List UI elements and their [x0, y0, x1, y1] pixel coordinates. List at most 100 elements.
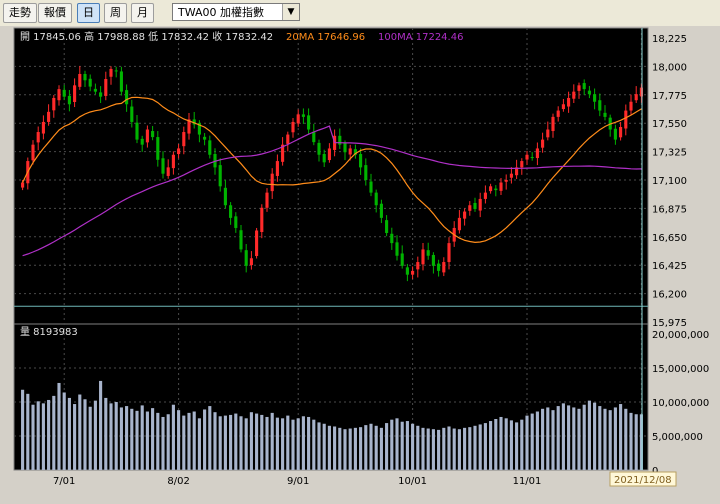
candle-body	[104, 79, 108, 96]
candle-body	[296, 114, 300, 124]
ma20-label: 20MA 17646.96	[286, 32, 365, 43]
volume-bar	[494, 419, 498, 470]
volume-bar	[348, 428, 352, 470]
tab-daily[interactable]: 日	[77, 3, 100, 23]
candle-body	[369, 181, 373, 193]
candle-body	[489, 186, 493, 192]
candle-body	[47, 111, 51, 122]
candle-body	[494, 188, 498, 191]
volume-bar	[478, 424, 482, 470]
volume-bar	[47, 399, 51, 470]
volume-bar	[613, 407, 617, 470]
candle-body	[291, 121, 295, 133]
volume-bar	[416, 425, 420, 470]
candle-body	[208, 140, 212, 155]
candle-body	[483, 192, 487, 199]
volume-bar	[255, 413, 259, 470]
candle-body	[634, 94, 638, 101]
volume-bar	[244, 418, 248, 470]
volume-bar	[67, 397, 71, 470]
candle-body	[546, 129, 550, 138]
volume-bar	[62, 392, 66, 470]
candle-body	[385, 220, 389, 234]
volume-bar	[442, 427, 446, 470]
volume-bar	[369, 423, 373, 470]
volume-bar	[504, 418, 508, 470]
candle-body	[504, 180, 508, 182]
toolbar: 走勢 報價 日 周 月 TWA00 加權指數 ▼	[0, 0, 720, 27]
volume-bar	[31, 404, 35, 470]
ma100-label: 100MA 17224.46	[378, 32, 463, 43]
volume-tick-label: 5,000,000	[652, 432, 703, 443]
candle-body	[551, 116, 555, 132]
candle-body	[390, 233, 394, 244]
price-tick-label: 17,100	[652, 176, 687, 187]
candle-body	[151, 131, 155, 138]
volume-bar	[26, 393, 30, 470]
volume-bar	[619, 404, 623, 470]
candle-body	[567, 97, 571, 107]
candle-body	[88, 78, 92, 87]
candle-body	[374, 192, 378, 206]
volume-bar	[73, 404, 77, 470]
volume-bar	[52, 395, 56, 470]
volume-bar	[343, 429, 347, 470]
tab-quote[interactable]: 報價	[38, 3, 72, 23]
tab-trend[interactable]: 走勢	[3, 3, 37, 23]
volume-bar	[130, 408, 134, 470]
volume-bar	[317, 422, 321, 470]
volume-bar	[541, 408, 545, 470]
volume-bar	[556, 406, 560, 470]
candle-body	[593, 94, 597, 102]
volume-bar	[99, 380, 103, 470]
tab-monthly[interactable]: 月	[131, 3, 154, 23]
symbol-select[interactable]: TWA00 加權指數 ▼	[172, 3, 300, 21]
volume-bar	[587, 400, 591, 470]
volume-bar	[218, 416, 222, 470]
volume-bar	[463, 427, 467, 470]
candle-body	[535, 148, 539, 159]
candle-body	[582, 83, 586, 90]
candle-body	[145, 129, 149, 143]
volume-bar	[166, 414, 170, 470]
volume-bar	[489, 421, 493, 470]
volume-bar	[125, 406, 129, 470]
volume-bar	[593, 402, 597, 470]
date-tooltip-text: 2021/12/08	[614, 475, 672, 486]
candle-body	[99, 92, 103, 97]
candle-body	[135, 122, 139, 140]
candle-body	[473, 202, 477, 210]
volume-bar	[582, 404, 586, 470]
candle-body	[348, 148, 352, 155]
price-tick-label: 15,975	[652, 318, 687, 329]
volume-bar	[499, 416, 503, 470]
candle-body	[530, 157, 534, 159]
volume-bar	[182, 415, 186, 470]
candle-body	[301, 114, 305, 117]
chevron-down-icon[interactable]: ▼	[282, 4, 299, 20]
volume-bar	[385, 423, 389, 470]
volume-bar	[437, 429, 441, 470]
volume-bar	[203, 409, 207, 470]
symbol-value: TWA00 加權指數	[178, 6, 265, 19]
price-tick-label: 17,325	[652, 148, 687, 159]
volume-bar	[78, 394, 82, 470]
candle-body	[125, 90, 129, 105]
volume-bar	[390, 419, 394, 470]
candle-body	[161, 158, 165, 174]
candle-body	[322, 153, 326, 163]
volume-bar	[213, 412, 217, 470]
volume-bar	[603, 408, 607, 470]
tab-weekly[interactable]: 周	[104, 3, 127, 23]
candle-body	[421, 249, 425, 265]
volume-bar	[197, 418, 201, 470]
candle-body	[177, 148, 181, 154]
candle-body	[364, 165, 368, 180]
candle-body	[400, 253, 404, 266]
volume-bar	[364, 425, 368, 470]
candle-body	[629, 101, 633, 111]
volume-bar	[208, 406, 212, 470]
volume-bar	[535, 411, 539, 470]
candle-body	[156, 137, 160, 160]
price-tick-label: 16,200	[652, 290, 687, 301]
